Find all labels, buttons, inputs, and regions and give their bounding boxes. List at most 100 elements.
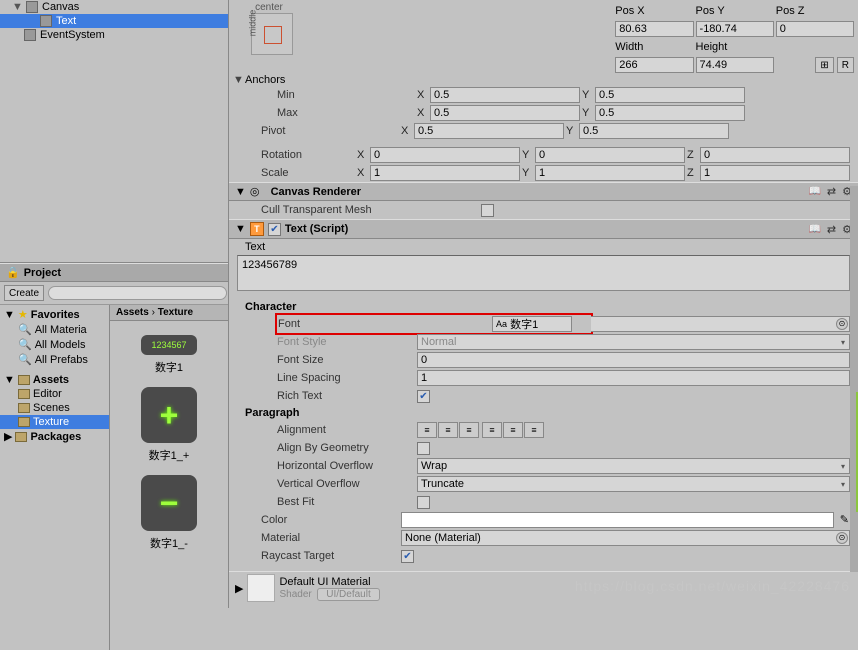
foldout-icon[interactable]: ▶ [235, 582, 243, 595]
line-spacing-label: Line Spacing [277, 372, 417, 384]
folder-texture[interactable]: Texture [0, 415, 109, 429]
object-picker-icon[interactable]: ⊙ [836, 318, 848, 330]
align-right-button[interactable]: ≡ [459, 422, 479, 438]
raw-edit-button[interactable]: R [837, 57, 854, 73]
breadcrumb[interactable]: Assets › Texture [110, 305, 228, 321]
project-tab[interactable]: 🔒 Project [0, 263, 228, 282]
posz-input[interactable] [776, 21, 854, 37]
project-search-input[interactable] [48, 286, 227, 300]
fav-all-prefabs[interactable]: 🔍All Prefabs [0, 352, 109, 367]
align-geom-checkbox[interactable] [417, 442, 430, 455]
raycast-checkbox[interactable] [401, 550, 414, 563]
fav-all-materials[interactable]: 🔍All Materia [0, 322, 109, 337]
font-preview-icon: 1234567 [141, 335, 197, 355]
pivot-label: Pivot [261, 125, 401, 137]
default-material-header[interactable]: ▶ Default UI Material Shader UI/Default [229, 571, 858, 604]
enable-checkbox[interactable] [268, 223, 281, 236]
star-icon: ★ [18, 308, 28, 321]
anchor-preset-widget[interactable]: center middle [241, 2, 297, 55]
help-icon[interactable] [808, 185, 820, 198]
blueprint-button[interactable]: ⊞ [815, 57, 833, 73]
folder-editor[interactable]: Editor [0, 387, 109, 401]
rich-text-checkbox[interactable] [417, 390, 430, 403]
rot-y-input[interactable] [535, 147, 685, 163]
y-label: Y [566, 125, 576, 137]
width-input[interactable] [615, 57, 693, 73]
project-content: Assets › Texture 1234567 数字1 + 数字1_+ − 数… [110, 305, 228, 650]
rot-z-input[interactable] [700, 147, 850, 163]
preset-icon[interactable]: ⇄ [827, 223, 836, 236]
folder-icon [18, 403, 30, 413]
asset-thumb[interactable]: − 数字1_- [134, 475, 204, 551]
component-title: Text (Script) [285, 223, 348, 235]
alignment-label: Alignment [277, 424, 417, 436]
hierarchy-item-text[interactable]: Text [0, 14, 228, 28]
posy-input[interactable] [696, 21, 774, 37]
object-picker-icon[interactable]: ⊙ [836, 532, 848, 544]
rotation-label: Rotation [261, 149, 357, 161]
font-field[interactable]: Aa 数字1 [492, 316, 572, 332]
packages-header[interactable]: ▶Packages [0, 429, 109, 444]
pivot-y-input[interactable] [579, 123, 729, 139]
folder-icon [15, 432, 27, 442]
preset-icon[interactable]: ⇄ [827, 185, 836, 198]
folder-label: Scenes [33, 402, 70, 414]
y-label: Y [522, 149, 532, 161]
max-x-input[interactable] [430, 105, 580, 121]
align-bottom-button[interactable]: ≡ [524, 422, 544, 438]
height-input[interactable] [696, 57, 774, 73]
canvas-renderer-header[interactable]: ▼ ◎ Canvas Renderer ⇄ [229, 182, 858, 201]
align-left-button[interactable]: ≡ [417, 422, 437, 438]
align-top-button[interactable]: ≡ [482, 422, 502, 438]
min-y-input[interactable] [595, 87, 745, 103]
project-toolbar: Create 🔍 ● ★ ▨ [0, 282, 228, 305]
h-overflow-dropdown[interactable]: Wrap [417, 458, 850, 474]
help-icon[interactable] [808, 223, 820, 236]
foldout-icon[interactable]: ▼ [12, 1, 22, 13]
fav-label: All Models [35, 339, 86, 351]
text-textarea[interactable]: 123456789 [237, 255, 850, 291]
font-field-ext[interactable]: ⊙ [591, 316, 850, 332]
v-overflow-dropdown[interactable]: Truncate [417, 476, 850, 492]
align-middle-button[interactable]: ≡ [503, 422, 523, 438]
inspector-scrollbar[interactable] [850, 186, 858, 572]
favorites-header[interactable]: ▼★Favorites [0, 307, 109, 322]
folder-scenes[interactable]: Scenes [0, 401, 109, 415]
hierarchy-item-eventsystem[interactable]: EventSystem [0, 28, 228, 42]
font-size-input[interactable] [417, 352, 850, 368]
y-label: Y [582, 107, 592, 119]
font-style-dropdown[interactable]: Normal [417, 334, 850, 350]
cull-checkbox[interactable] [481, 204, 494, 217]
assets-header[interactable]: ▼Assets [0, 373, 109, 387]
foldout-icon[interactable]: ▼ [233, 74, 244, 86]
best-fit-label: Best Fit [277, 496, 417, 508]
scale-x-input[interactable] [370, 165, 520, 181]
color-field[interactable] [401, 512, 834, 528]
rot-x-input[interactable] [370, 147, 520, 163]
foldout-icon[interactable]: ▼ [235, 186, 246, 198]
shader-dropdown[interactable]: UI/Default [317, 588, 379, 601]
max-y-input[interactable] [595, 105, 745, 121]
material-value: None (Material) [405, 532, 481, 544]
scale-y-input[interactable] [535, 165, 685, 181]
asset-thumb[interactable]: 1234567 数字1 [134, 335, 204, 375]
asset-thumb[interactable]: + 数字1_+ [134, 387, 204, 463]
foldout-icon[interactable]: ▼ [235, 223, 246, 235]
min-x-input[interactable] [430, 87, 580, 103]
material-title: Default UI Material [279, 576, 379, 588]
text-component-header[interactable]: ▼ T Text (Script) ⇄ [229, 219, 858, 239]
hierarchy-item-canvas[interactable]: ▼ Canvas [0, 0, 228, 14]
scale-z-input[interactable] [700, 165, 850, 181]
material-field[interactable]: None (Material) ⊙ [401, 530, 850, 546]
text-component-icon: T [250, 222, 264, 236]
posx-input[interactable] [615, 21, 693, 37]
x-label: X [357, 149, 367, 161]
raycast-label: Raycast Target [261, 550, 401, 562]
best-fit-checkbox[interactable] [417, 496, 430, 509]
line-spacing-input[interactable] [417, 370, 850, 386]
fav-all-models[interactable]: 🔍All Models [0, 337, 109, 352]
align-center-button[interactable]: ≡ [438, 422, 458, 438]
pivot-x-input[interactable] [414, 123, 564, 139]
thumb-label: 数字1 [134, 359, 204, 375]
create-button[interactable]: Create [4, 285, 44, 301]
